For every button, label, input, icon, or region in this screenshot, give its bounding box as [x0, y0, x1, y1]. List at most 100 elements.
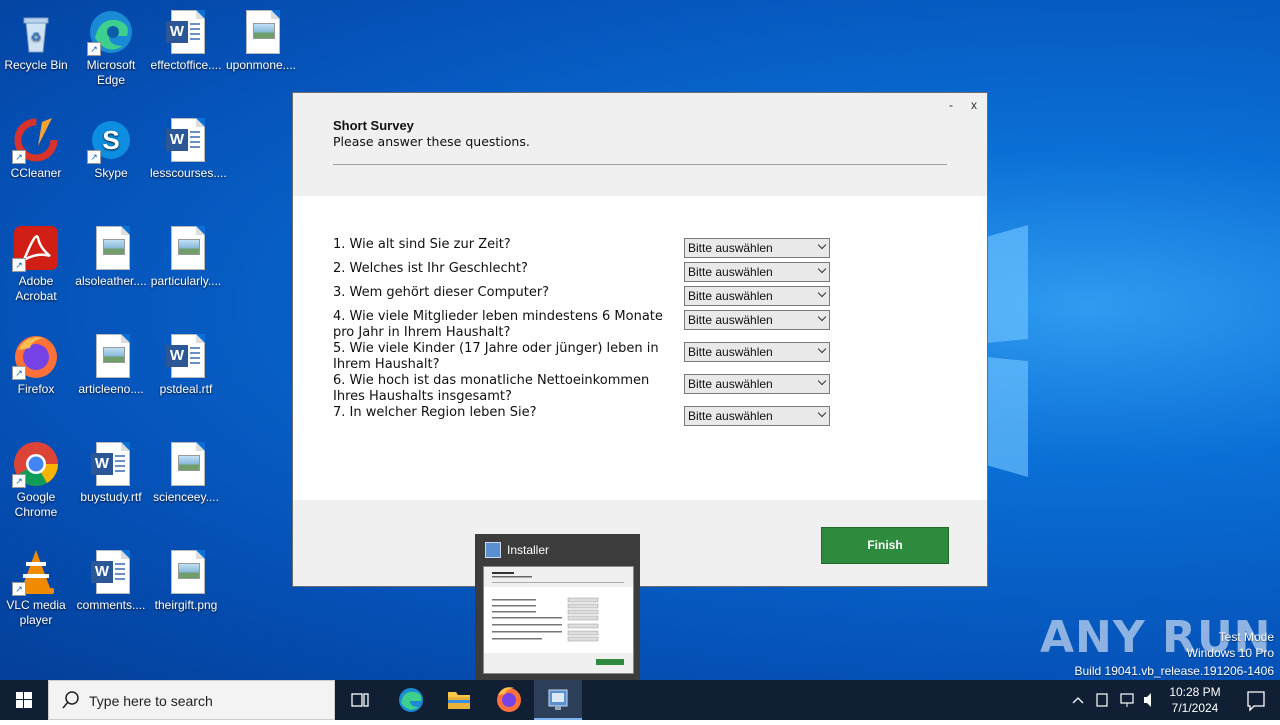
installer-icon [485, 542, 501, 558]
desktop-icon-vlc[interactable]: ↗ VLC media player [0, 548, 72, 628]
taskbar-clock[interactable]: 10:28 PM 7/1/2024 [1160, 684, 1230, 716]
chevron-down-icon [817, 288, 827, 298]
chevron-down-icon [817, 408, 827, 418]
clock-time: 10:28 PM [1169, 685, 1221, 699]
dropdown-value: Bitte auswählen [688, 241, 773, 255]
desktop-icon-google-chrome[interactable]: ↗ Google Chrome [0, 440, 72, 520]
desktop-icon-label: Skype [94, 166, 128, 180]
shortcut-arrow-icon: ↗ [87, 150, 101, 164]
question-label: 5. Wie viele Kinder (17 Jahre oder jünge… [333, 341, 659, 372]
answer-dropdown[interactable]: Bitte auswählen [684, 310, 830, 330]
answer-dropdown[interactable]: Bitte auswählen [684, 286, 830, 306]
shortcut-arrow-icon: ↗ [87, 42, 101, 56]
desktop-icon-label: Recycle Bin [4, 58, 68, 72]
survey-window: - x Short Survey Please answer these que… [292, 92, 988, 587]
desktop-icon-file[interactable]: W effectoffice.... [150, 8, 222, 73]
clock-date: 7/1/2024 [1171, 701, 1219, 715]
desktop-icon-file[interactable]: articleeno.... [75, 332, 147, 397]
minimize-button[interactable]: - [949, 98, 953, 112]
installer-icon [548, 689, 568, 710]
taskbar: Type here to search 10:28 PM 7/1/2024 [0, 680, 1280, 720]
desktop-icon-file[interactable]: alsoleather.... [75, 224, 147, 289]
desktop-icon-label: Adobe Acrobat [15, 274, 57, 303]
finish-button[interactable]: Finish [821, 527, 949, 564]
image-file-icon [87, 224, 135, 272]
task-view-icon [351, 693, 369, 707]
dropdown-value: Bitte auswählen [688, 377, 773, 391]
answer-dropdown[interactable]: Bitte auswählen [684, 262, 830, 282]
skype-icon: S ↗ [87, 116, 135, 164]
search-placeholder: Type here to search [89, 693, 213, 709]
task-view-button[interactable] [336, 680, 384, 720]
desktop-icon-label: scienceey.... [153, 490, 219, 504]
search-icon [62, 691, 79, 709]
desktop-icon-adobe-acrobat[interactable]: ↗ Adobe Acrobat [0, 224, 72, 304]
shortcut-arrow-icon: ↗ [12, 258, 26, 272]
acrobat-icon: ↗ [12, 224, 60, 272]
svg-text:S: S [102, 125, 119, 155]
start-button[interactable] [0, 680, 48, 720]
word-doc-icon: W [162, 116, 210, 164]
taskbar-file-explorer[interactable] [435, 680, 483, 720]
notification-center-button[interactable] [1232, 680, 1280, 720]
desktop-icon-microsoft-edge[interactable]: ↗ Microsoft Edge [75, 8, 147, 88]
image-file-icon [162, 440, 210, 488]
taskbar-installer[interactable] [534, 680, 582, 720]
chevron-down-icon [817, 344, 827, 354]
desktop-icon-file[interactable]: particularly.... [150, 224, 222, 289]
firefox-icon: ↗ [12, 332, 60, 380]
desktop-icon-recycle-bin[interactable]: ♻ Recycle Bin [0, 8, 72, 73]
desktop-icon-ccleaner[interactable]: ↗ CCleaner [0, 116, 72, 181]
dropdown-value: Bitte auswählen [688, 345, 773, 359]
desktop-icon-file[interactable]: theirgift.png [150, 548, 222, 613]
answer-dropdown[interactable]: Bitte auswählen [684, 374, 830, 394]
desktop-icon-label: VLC media player [6, 598, 66, 627]
window-title: Short Survey [333, 118, 414, 133]
dropdown-value: Bitte auswählen [688, 265, 773, 279]
desktop: ♻ Recycle Bin ↗ CCleaner ↗ Adobe Acrobat… [0, 0, 1280, 680]
preview-title: Installer [507, 543, 550, 557]
shortcut-arrow-icon: ↗ [12, 582, 26, 596]
edge-icon [399, 688, 423, 712]
desktop-icon-file[interactable]: scienceey.... [150, 440, 222, 505]
edge-icon: ↗ [87, 8, 135, 56]
shortcut-arrow-icon: ↗ [12, 366, 26, 380]
question-label: 6. Wie hoch ist das monatliche Nettoeink… [333, 373, 650, 404]
desktop-icon-skype[interactable]: S ↗ Skype [75, 116, 147, 181]
word-doc-icon: W [162, 332, 210, 380]
question-label: 1. Wie alt sind Sie zur Zeit? [333, 237, 511, 252]
answer-dropdown[interactable]: Bitte auswählen [684, 342, 830, 362]
window-subtitle: Please answer these questions. [333, 134, 530, 149]
firefox-icon [497, 687, 521, 712]
desktop-icon-file[interactable]: uponmone.... [225, 8, 297, 73]
taskbar-search-box[interactable]: Type here to search [48, 680, 335, 720]
question-label: 3. Wem gehört dieser Computer? [333, 285, 550, 300]
window-thumbnail-graphic [484, 567, 633, 673]
chrome-icon: ↗ [12, 440, 60, 488]
desktop-icon-firefox[interactable]: ↗ Firefox [0, 332, 72, 397]
desktop-icon-label: particularly.... [150, 274, 222, 288]
header-divider [333, 164, 947, 165]
build-text: Build 19041.vb_release.191206-1406 [1074, 664, 1275, 678]
desktop-icon-label: Microsoft Edge [86, 58, 136, 87]
test-mode-text: Test Mode [1218, 630, 1274, 644]
desktop-icon-label: effectoffice.... [150, 58, 222, 72]
vlc-icon: ↗ [12, 548, 60, 596]
taskbar-edge[interactable] [387, 680, 435, 720]
windows-start-icon [16, 692, 32, 708]
question-label: 4. Wie viele Mitglieder leben mindestens… [333, 309, 663, 340]
desktop-icon-file[interactable]: W pstdeal.rtf [150, 332, 222, 397]
desktop-icon-file[interactable]: W lesscourses.... [150, 116, 227, 181]
desktop-icon-file[interactable]: W buystudy.rtf [75, 440, 147, 505]
desktop-icon-label: buystudy.rtf [80, 490, 142, 504]
answer-dropdown[interactable]: Bitte auswählen [684, 406, 830, 426]
question-label: 7. In welcher Region leben Sie? [333, 405, 537, 420]
desktop-icon-label: articleeno.... [78, 382, 144, 396]
taskbar-firefox[interactable] [485, 680, 533, 720]
windows-edition-text: Windows 10 Pro [1186, 646, 1274, 660]
taskbar-thumbnail-preview[interactable]: Installer [475, 534, 640, 680]
close-button[interactable]: x [971, 98, 977, 112]
word-doc-icon: W [87, 548, 135, 596]
answer-dropdown[interactable]: Bitte auswählen [684, 238, 830, 258]
desktop-icon-file[interactable]: W comments.... [75, 548, 147, 613]
